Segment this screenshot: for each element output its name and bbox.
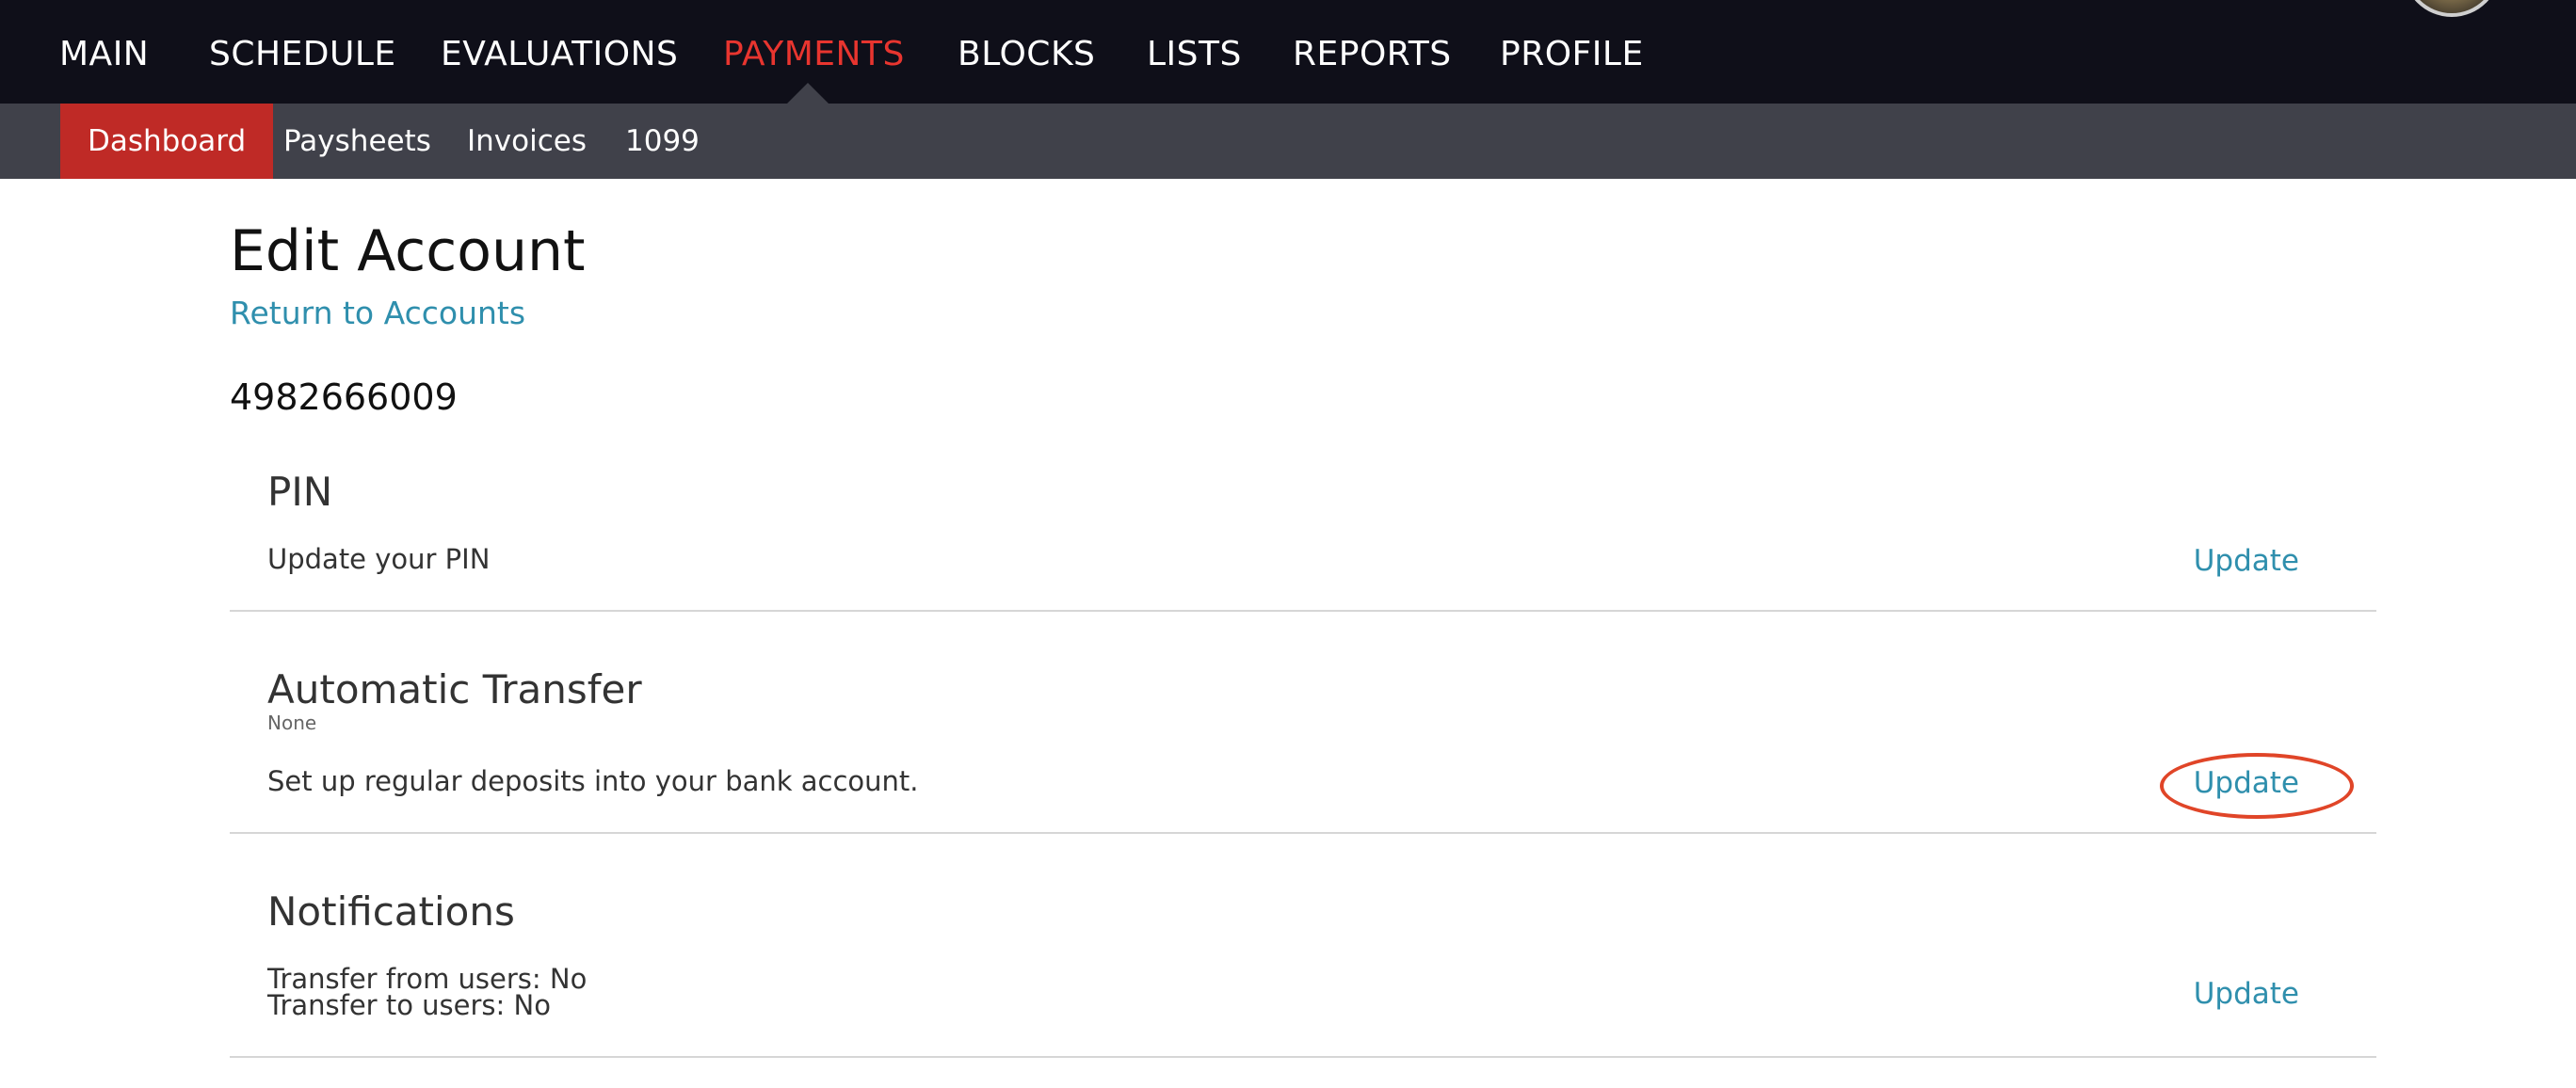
nav-evaluations[interactable]: EVALUATIONS	[441, 0, 678, 104]
pin-update-link[interactable]: Update	[2194, 544, 2299, 578]
subnav-1099[interactable]: 1099	[598, 104, 727, 179]
highlight-ellipse	[2160, 753, 2354, 819]
nav-reports[interactable]: REPORTS	[1293, 0, 1452, 104]
account-number: 4982666009	[230, 376, 458, 418]
notifications-to-users: Transfer to users: No	[267, 989, 551, 1021]
nav-blocks[interactable]: BLOCKS	[958, 0, 1095, 104]
active-nav-caret-icon	[787, 83, 829, 104]
nav-schedule[interactable]: SCHEDULE	[209, 0, 396, 104]
subnav-invoices[interactable]: Invoices	[440, 104, 614, 179]
notifications-update-link[interactable]: Update	[2194, 977, 2299, 1011]
sub-navigation: Dashboard Paysheets Invoices 1099	[0, 104, 2576, 179]
nav-profile[interactable]: PROFILE	[1500, 0, 1644, 104]
notifications-title: Notifications	[267, 888, 515, 935]
nav-lists[interactable]: LISTS	[1147, 0, 1242, 104]
automatic-transfer-section: Automatic Transfer None Set up regular d…	[230, 659, 2376, 834]
notifications-section: Notifications Transfer from users: No Tr…	[230, 881, 2376, 1058]
pin-description: Update your PIN	[267, 543, 491, 575]
subnav-paysheets[interactable]: Paysheets	[256, 104, 459, 179]
page-title: Edit Account	[230, 218, 586, 284]
pin-section: PIN Update your PIN Update	[230, 461, 2376, 612]
return-to-accounts-link[interactable]: Return to Accounts	[230, 295, 525, 331]
automatic-transfer-status: None	[267, 712, 317, 734]
subnav-dashboard[interactable]: Dashboard	[60, 104, 274, 179]
top-navigation: MAIN SCHEDULE EVALUATIONS PAYMENTS BLOCK…	[0, 0, 2576, 104]
nav-main[interactable]: MAIN	[59, 0, 149, 104]
automatic-transfer-title: Automatic Transfer	[267, 666, 642, 712]
pin-section-title: PIN	[267, 469, 333, 515]
avatar[interactable]	[2403, 0, 2501, 17]
automatic-transfer-description: Set up regular deposits into your bank a…	[267, 765, 919, 797]
